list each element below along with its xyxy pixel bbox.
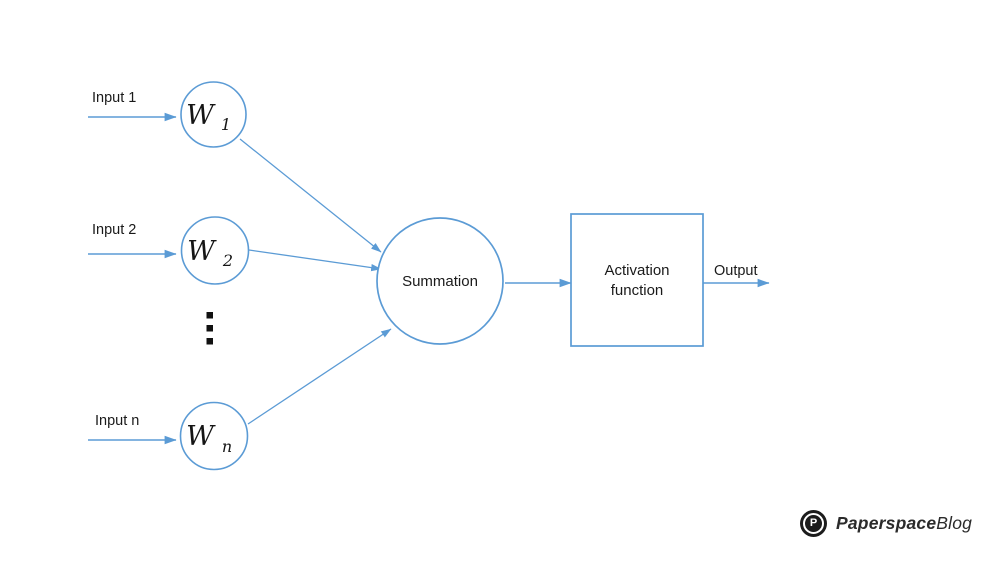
weight-node-2[interactable]: W 2	[180, 216, 250, 285]
weight-node-2-subscript: 2	[222, 251, 233, 270]
summation-node[interactable]: Summation	[376, 217, 504, 345]
watermark: P PaperspaceBlog	[800, 510, 972, 537]
paperspace-logo-letter: P	[803, 513, 824, 534]
connector-w1-to-summation	[239, 138, 382, 253]
activation-function-label-line1: Activation	[604, 262, 669, 279]
weight-node-n-symbol: W	[186, 421, 216, 452]
weight-node-n[interactable]: W n	[179, 401, 249, 471]
watermark-brand: PaperspaceBlog	[836, 513, 972, 534]
weight-node-1[interactable]: W 1	[180, 81, 247, 148]
paperspace-logo-icon: P	[800, 510, 827, 537]
connector-wn-to-summation	[247, 328, 392, 425]
activation-function-rect[interactable]	[570, 213, 704, 347]
vertical-ellipsis-icon	[206, 312, 213, 345]
watermark-brand-light: Blog	[936, 513, 973, 533]
activation-function-box[interactable]: Activation function	[570, 213, 704, 347]
summation-label: Summation	[402, 273, 478, 290]
input-label-1: Input 1	[92, 90, 136, 106]
weight-node-n-subscript: n	[222, 437, 232, 456]
weight-node-1-symbol: W	[186, 100, 216, 131]
activation-function-label-line2: function	[611, 282, 664, 299]
connector-w2-to-summation	[248, 249, 382, 272]
neuron-diagram: Input 1 Input 2 Input n W 1 W 2 W n Summ…	[88, 81, 770, 471]
weight-node-1-subscript: 1	[221, 115, 231, 134]
input-label-n: Input n	[95, 413, 139, 429]
weight-node-2-symbol: W	[187, 236, 217, 267]
watermark-brand-bold: Paperspace	[836, 513, 937, 533]
input-label-2: Input 2	[92, 222, 136, 238]
output-label: Output	[714, 263, 758, 279]
diagram-canvas: Input 1 Input 2 Input n W 1 W 2 W n Summ…	[0, 0, 1000, 563]
